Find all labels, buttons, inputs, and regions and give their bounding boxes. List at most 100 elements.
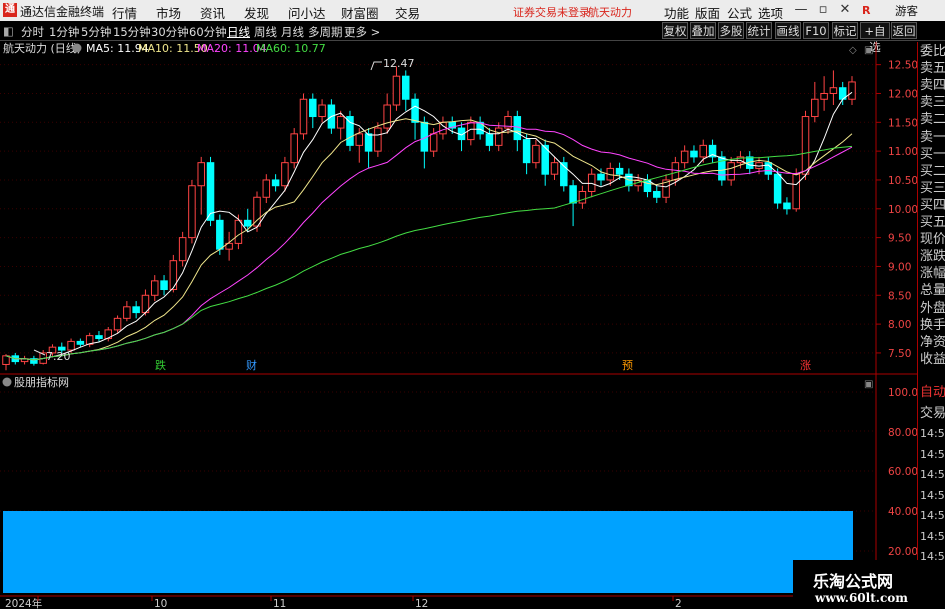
candle [653, 185, 661, 204]
candle [383, 93, 391, 134]
candle [597, 168, 605, 186]
side-bottom-item-1[interactable]: 交易 [920, 406, 945, 421]
axis-month-12: 12 [415, 598, 428, 609]
candlestick-series [2, 66, 856, 371]
candle [680, 145, 689, 169]
side-bottom-item-2: 14:56 [920, 427, 945, 440]
side-item-12[interactable]: 涨跌 [920, 250, 945, 264]
side-item-2[interactable]: 卖四 [920, 79, 945, 93]
candle [708, 139, 717, 163]
axis-month-10: 10 [154, 598, 167, 609]
side-item-13[interactable]: 涨幅 [920, 267, 945, 281]
side-item-4[interactable]: 卖二 [920, 113, 945, 127]
diamond-icon[interactable]: ◇ [849, 45, 857, 56]
side-item-7[interactable]: 买二 [920, 164, 945, 179]
side-item-3[interactable]: 卖三 [920, 96, 945, 110]
side-bottom-item-7: 14:56 [920, 529, 945, 543]
candle [188, 179, 196, 244]
candle [271, 174, 280, 192]
candle [160, 275, 168, 296]
side-item-15[interactable]: 外盘 [920, 301, 945, 316]
price-axis-label: 12.50 [888, 60, 917, 72]
candle [123, 301, 131, 322]
watermark-title: 乐淘公式网 [813, 572, 894, 591]
high-price-label: 12.47 [383, 57, 415, 70]
axis-month-11: 11 [273, 598, 286, 609]
candle [718, 151, 726, 186]
axis-month-2: 2 [675, 598, 682, 609]
side-item-11[interactable]: 现价 [920, 233, 945, 247]
side-item-10[interactable]: 买五 [920, 216, 945, 230]
sub-axis-100: 100.0 [888, 387, 917, 399]
low-price-label: 7.20 [46, 350, 71, 363]
candle [643, 174, 652, 198]
side-item-1[interactable]: 卖五 [920, 62, 945, 76]
candle [364, 128, 373, 169]
candle [439, 116, 447, 140]
candle [727, 156, 735, 186]
ma-line [5, 91, 853, 361]
price-axis-label: 7.50 [888, 348, 911, 360]
price-axis-label: 10.00 [888, 204, 917, 216]
candle [299, 93, 308, 140]
event-marker-rise[interactable]: 涨 [800, 359, 811, 372]
price-axis-label: 11.00 [888, 146, 917, 158]
candle [95, 331, 103, 342]
candle [411, 93, 419, 140]
candle [560, 156, 568, 192]
candle [838, 81, 847, 106]
side-item-5[interactable]: 卖一 [920, 130, 945, 145]
price-axis-label: 9.50 [888, 233, 911, 245]
candle [30, 355, 38, 366]
candle [457, 122, 466, 152]
kline-chart[interactable]: 航天动力 (日线) MA5: 11.94 MA10: 11.50 MA20: 1… [0, 0, 917, 609]
event-marker-finance[interactable]: 财 [246, 358, 257, 372]
candle [374, 122, 382, 157]
quote-side-panel: 委比卖五卖四卖三卖二卖一买一买二买三买四买五现价涨跌涨幅总量外盘换手净资收益自动… [917, 42, 945, 609]
side-item-8[interactable]: 买三 [920, 181, 945, 196]
sub-axis-40: 40.00 [888, 506, 917, 518]
side-item-17[interactable]: 净资 [920, 335, 945, 350]
price-axis-labels: 12.50 12.00 11.50 11.00 10.50 10.00 9.50 9.00 8.… [888, 60, 917, 360]
price-axis-label: 12.00 [888, 88, 917, 100]
sub-axis-60: 60.00 [888, 466, 917, 478]
candle [253, 191, 261, 232]
candle [225, 231, 233, 261]
candle [262, 174, 271, 204]
side-item-6[interactable]: 买一 [920, 147, 945, 162]
bottom-axis-ticks [37, 596, 674, 601]
sub-expand-icon[interactable]: ▣ [864, 379, 873, 390]
site-watermark: 乐淘公式网 www.60lt.com [793, 560, 945, 609]
sub-indicator-label: 股朋指标网 [14, 375, 69, 389]
candle [346, 110, 354, 152]
side-bottom-item-4: 14:56 [920, 468, 945, 481]
candle [578, 185, 587, 209]
candle [132, 301, 140, 319]
candle [783, 197, 791, 215]
candle [773, 168, 782, 209]
candle [587, 168, 596, 198]
candle [848, 76, 856, 106]
candle [690, 145, 698, 163]
candle [150, 275, 159, 302]
candle [141, 289, 150, 316]
settings-dropdown-icon[interactable] [72, 43, 82, 53]
candle [178, 231, 187, 267]
side-item-14[interactable]: 总量 [920, 284, 945, 298]
event-marker-forecast[interactable]: 预 [622, 359, 633, 372]
candle [662, 174, 670, 204]
sub-axis-20: 20.00 [888, 546, 917, 558]
sub-indicator-dropdown-icon[interactable] [2, 377, 12, 387]
candle [541, 139, 549, 186]
side-item-16[interactable]: 换手 [920, 318, 945, 333]
side-bottom-item-3: 14:56 [920, 447, 945, 461]
side-item-0[interactable]: 委比 [920, 45, 945, 59]
side-item-9[interactable]: 买四 [920, 198, 945, 213]
ma60-label: MA60: 10.77 [256, 42, 326, 55]
event-marker-fall[interactable]: 跌 [155, 358, 166, 372]
side-item-18[interactable]: 收益 [920, 352, 945, 367]
candle [318, 99, 326, 123]
side-bottom-item-0[interactable]: 自动 [920, 386, 945, 400]
expand-icon[interactable]: ▣ [864, 45, 873, 56]
price-axis-label: 11.50 [888, 117, 917, 129]
